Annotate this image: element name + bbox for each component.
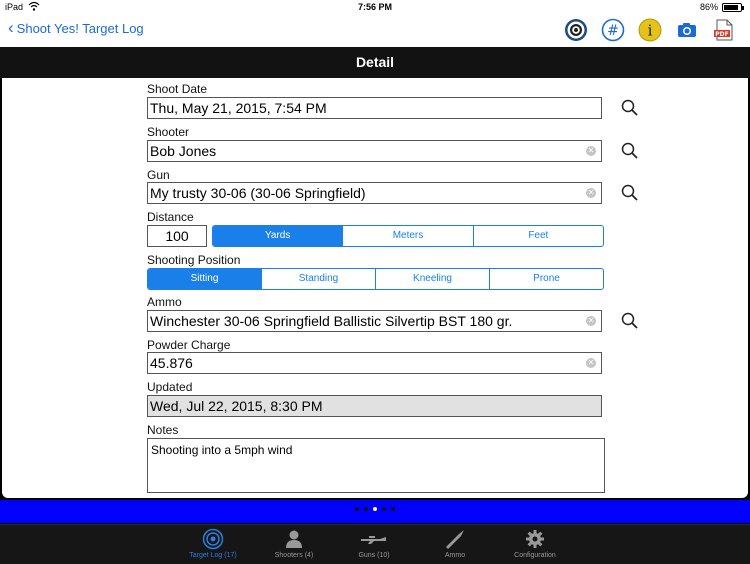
- search-icon[interactable]: [620, 141, 640, 161]
- back-button-label: Shoot Yes! Target Log: [16, 21, 144, 36]
- tab-shooters[interactable]: Shooters (4): [254, 528, 334, 559]
- powder-charge-label: Powder Charge: [147, 338, 231, 352]
- hash-icon[interactable]: #: [601, 18, 625, 42]
- detail-header: Detail: [0, 47, 750, 78]
- updated-field: Wed, Jul 22, 2015, 8:30 PM: [147, 395, 602, 417]
- clock-time: 7:56 PM: [357, 2, 392, 12]
- segment-meters[interactable]: Meters: [342, 226, 472, 246]
- page-dot[interactable]: [364, 507, 368, 511]
- shoot-date-label: Shoot Date: [147, 82, 208, 96]
- svg-text:i: i: [648, 22, 653, 40]
- segment-yards[interactable]: Yards: [213, 226, 343, 246]
- shoot-date-field[interactable]: Thu, May 21, 2015, 7:54 PM: [147, 97, 602, 119]
- tab-label: Shooters (4): [274, 552, 314, 559]
- segment-sitting[interactable]: Sitting: [148, 269, 261, 289]
- gun-field[interactable]: My trusty 30-06 (30-06 Springfield) ✕: [147, 182, 602, 204]
- target-icon[interactable]: [564, 18, 588, 42]
- shooting-position-control: Sitting Standing Kneeling Prone: [147, 268, 604, 290]
- tab-label: Ammo: [444, 552, 466, 559]
- page-dot[interactable]: [391, 507, 395, 511]
- shoot-date-value: Thu, May 21, 2015, 7:54 PM: [150, 100, 327, 116]
- page-dot[interactable]: [382, 507, 386, 511]
- gear-icon: [495, 528, 575, 550]
- segment-feet[interactable]: Feet: [472, 226, 603, 246]
- pdf-icon[interactable]: PDF: [712, 18, 736, 42]
- ammo-field[interactable]: Winchester 30-06 Springfield Ballistic S…: [147, 310, 602, 332]
- notes-label: Notes: [147, 423, 179, 437]
- clear-icon[interactable]: ✕: [586, 146, 596, 156]
- camera-icon[interactable]: [675, 18, 699, 42]
- powder-charge-value: 45.876: [150, 355, 193, 371]
- distance-label: Distance: [147, 210, 194, 224]
- notes-textarea[interactable]: Shooting into a 5mph wind: [147, 438, 605, 493]
- segment-kneeling[interactable]: Kneeling: [375, 269, 489, 289]
- segment-standing[interactable]: Standing: [261, 269, 375, 289]
- toolbar-icons: # i PDF: [564, 18, 736, 42]
- clear-icon[interactable]: ✕: [586, 188, 596, 198]
- segment-prone[interactable]: Prone: [489, 269, 603, 289]
- search-icon[interactable]: [620, 311, 640, 331]
- person-icon: [254, 528, 334, 550]
- page-dot[interactable]: [355, 507, 359, 511]
- status-bar: iPad 7:56 PM 86%: [0, 0, 750, 16]
- search-icon[interactable]: [620, 98, 640, 118]
- back-button[interactable]: ‹ Shoot Yes! Target Log: [8, 18, 144, 37]
- rifle-icon: [334, 528, 414, 550]
- tab-bar: Target Log (17) Shooters (4) Guns (10) A…: [0, 524, 750, 564]
- updated-label: Updated: [147, 380, 193, 394]
- page-dot-active[interactable]: [373, 507, 377, 511]
- battery-percentage: 86%: [699, 2, 718, 12]
- tab-guns[interactable]: Guns (10): [334, 528, 414, 559]
- battery-icon: [722, 3, 744, 12]
- pdf-icon-text: PDF: [715, 31, 728, 38]
- shooter-label: Shooter: [147, 125, 190, 139]
- search-icon[interactable]: [620, 183, 640, 203]
- shooter-value: Bob Jones: [150, 143, 217, 159]
- tab-label: Configuration: [514, 552, 556, 559]
- page-control: [0, 507, 750, 511]
- chevron-left-icon: ‹: [8, 18, 14, 37]
- info-icon[interactable]: i: [638, 18, 662, 42]
- tab-ammo[interactable]: Ammo: [415, 528, 495, 559]
- shooting-position-label: Shooting Position: [147, 253, 241, 267]
- gun-value: My trusty 30-06 (30-06 Springfield): [150, 185, 366, 201]
- powder-charge-field[interactable]: 45.876 ✕: [147, 352, 602, 374]
- ammo-value: Winchester 30-06 Springfield Ballistic S…: [150, 313, 513, 329]
- tab-target-log[interactable]: Target Log (17): [173, 528, 253, 559]
- target-icon: [173, 528, 253, 550]
- bullet-icon: [415, 528, 495, 550]
- gun-label: Gun: [147, 168, 170, 182]
- tab-label: Guns (10): [358, 552, 390, 559]
- tab-configuration[interactable]: Configuration: [495, 528, 575, 559]
- clear-icon[interactable]: ✕: [586, 316, 596, 326]
- shooter-field[interactable]: Bob Jones ✕: [147, 140, 602, 162]
- distance-input[interactable]: 100: [147, 225, 207, 247]
- svg-text:#: #: [607, 23, 619, 39]
- detail-form: Shoot Date Thu, May 21, 2015, 7:54 PM Sh…: [2, 78, 748, 498]
- clear-icon[interactable]: ✕: [586, 358, 596, 368]
- ammo-label: Ammo: [147, 295, 182, 309]
- tab-label: Target Log (17): [189, 552, 237, 559]
- battery-fill: [724, 5, 738, 10]
- navigation-bar: ‹ Shoot Yes! Target Log # i PDF: [0, 16, 750, 47]
- page-indicator-bar: [0, 500, 750, 523]
- notes-value: Shooting into a 5mph wind: [151, 443, 293, 457]
- distance-unit-control: Yards Meters Feet: [212, 225, 604, 247]
- updated-value: Wed, Jul 22, 2015, 8:30 PM: [150, 398, 323, 414]
